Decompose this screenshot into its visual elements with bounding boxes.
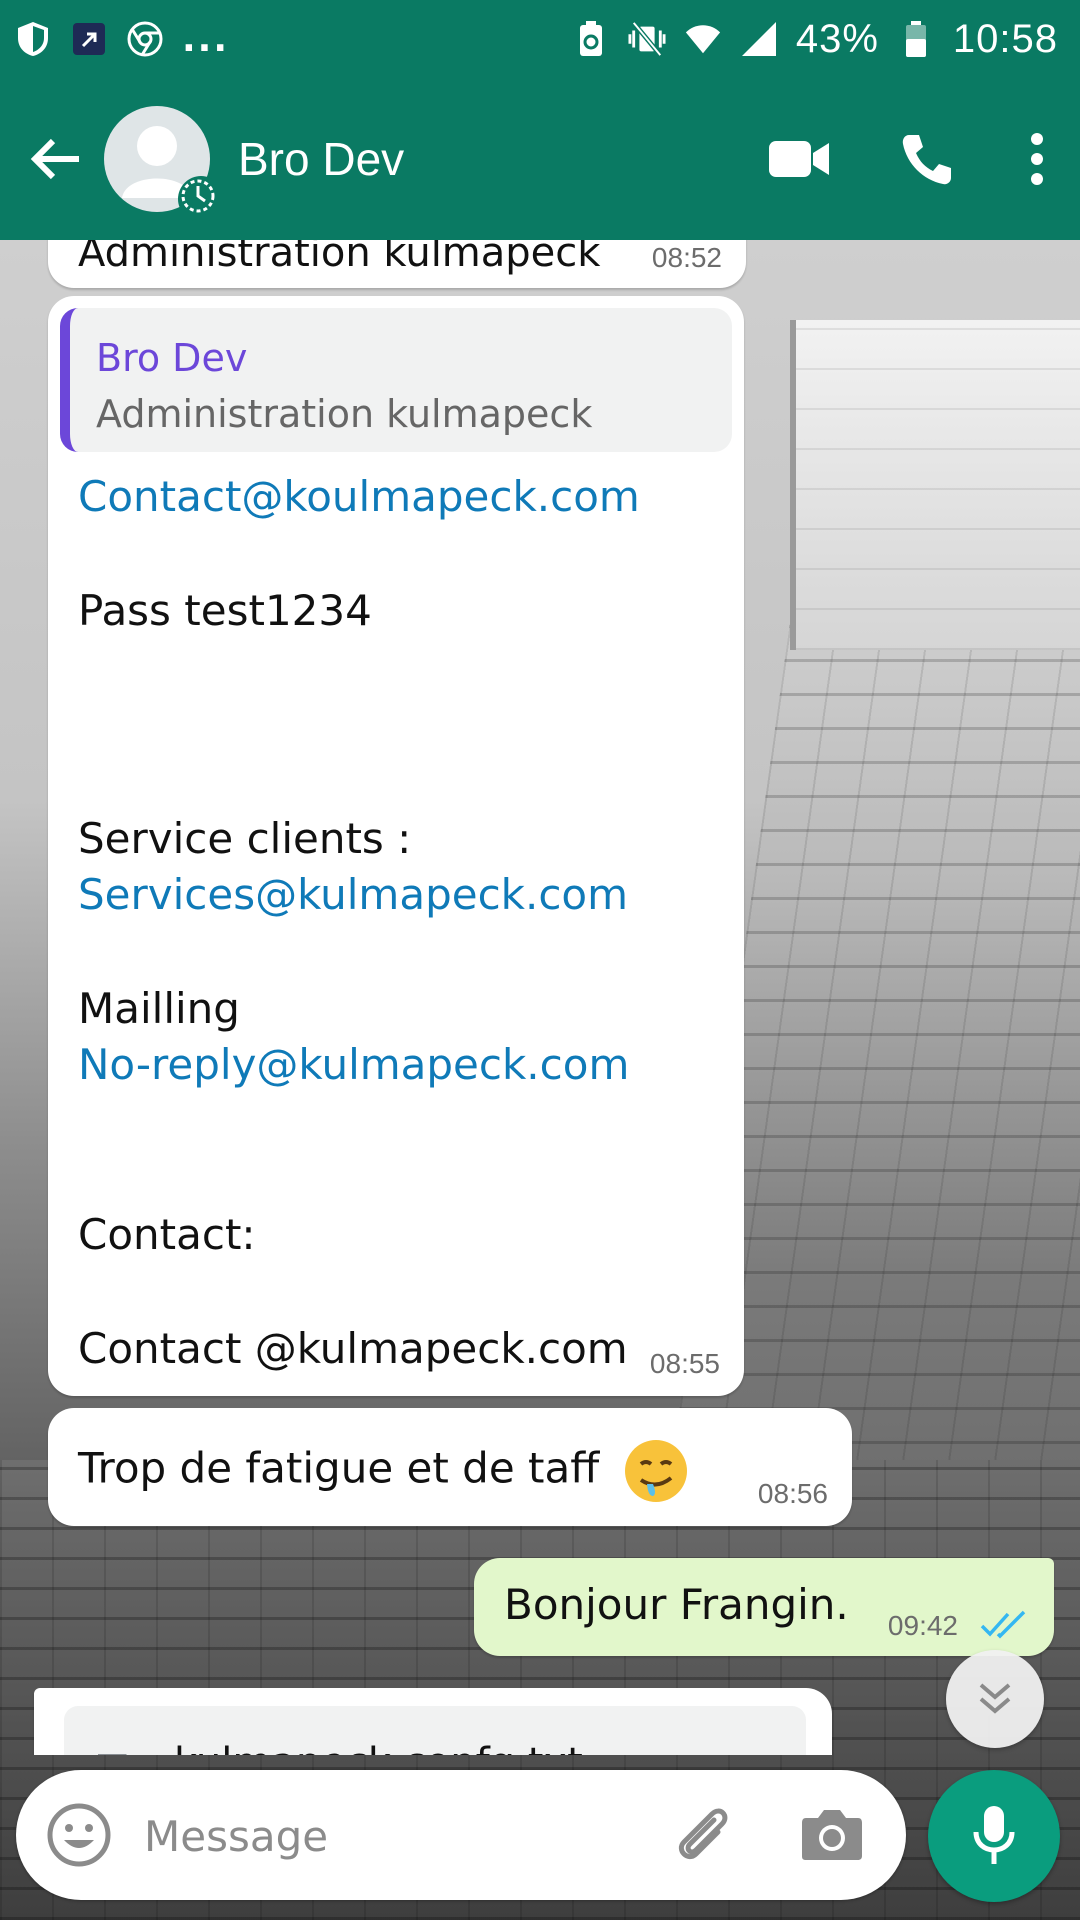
shield-icon bbox=[14, 20, 52, 58]
attach-button[interactable] bbox=[668, 1800, 738, 1874]
message-bubble-outgoing[interactable]: Bonjour Frangin. 09:42 bbox=[474, 1558, 1054, 1656]
email-link[interactable]: Contact@koulmapeck.com bbox=[78, 472, 640, 521]
paperclip-icon bbox=[678, 1808, 728, 1860]
chat-header: Bro Dev bbox=[0, 78, 1080, 240]
message-line: Pass test1234 bbox=[78, 586, 372, 635]
quoted-author: Bro Dev bbox=[96, 336, 248, 380]
quoted-text: Administration kulmapeck bbox=[96, 392, 593, 436]
message-text: Trop de fatigue et de taff bbox=[78, 1443, 600, 1493]
arrow-left-icon bbox=[30, 138, 79, 180]
battery-icon bbox=[897, 20, 935, 58]
more-options-icon bbox=[1031, 133, 1043, 185]
chrome-icon bbox=[126, 20, 164, 58]
voice-call-icon bbox=[902, 135, 951, 185]
avatar[interactable] bbox=[104, 106, 224, 222]
message-list[interactable]: Administration kulmapeck 08:52 Bro Dev A… bbox=[0, 240, 1080, 1755]
microphone-icon bbox=[973, 1806, 1015, 1864]
camera-icon bbox=[802, 1810, 862, 1860]
email-link[interactable]: Services@kulmapeck.com bbox=[78, 870, 628, 919]
message-text: Bonjour Frangin. bbox=[504, 1580, 849, 1629]
message-text: Administration kulmapeck bbox=[78, 240, 601, 276]
battery-saver-icon bbox=[572, 20, 610, 58]
read-receipt-icon bbox=[980, 1610, 1026, 1639]
contact-name[interactable]: Bro Dev bbox=[238, 132, 716, 186]
wifi-icon bbox=[684, 20, 722, 58]
message-time: 08:55 bbox=[649, 1348, 720, 1379]
emoji-button[interactable] bbox=[46, 1802, 112, 1872]
document-icon bbox=[98, 1754, 127, 1755]
more-options-button[interactable] bbox=[1012, 114, 1062, 204]
back-button[interactable] bbox=[20, 124, 90, 194]
camera-button[interactable] bbox=[800, 1804, 864, 1868]
battery-percent: 43% bbox=[795, 16, 879, 61]
quoted-reply[interactable]: Bro Dev Administration kulmapeck bbox=[60, 308, 732, 452]
smiley-icon bbox=[47, 1803, 111, 1867]
status-timer-icon bbox=[178, 176, 224, 222]
status-bar: ... 43% 10:58 bbox=[0, 0, 1080, 78]
app-notification-icon bbox=[70, 20, 108, 58]
message-line: Mailling bbox=[78, 984, 240, 1033]
voice-call-button[interactable] bbox=[882, 114, 972, 204]
message-line: Contact: bbox=[78, 1210, 256, 1259]
double-chevron-down-icon bbox=[979, 1683, 1011, 1714]
message-time: 09:42 bbox=[887, 1610, 958, 1641]
more-notifications-dots: ... bbox=[182, 18, 230, 60]
video-call-button[interactable] bbox=[754, 114, 844, 204]
message-time: 08:56 bbox=[757, 1478, 828, 1509]
video-call-icon bbox=[769, 141, 829, 177]
message-bubble-incoming[interactable]: kulmapeck.confg.txt bbox=[34, 1688, 832, 1755]
file-name: kulmapeck.confg.txt bbox=[174, 1740, 583, 1755]
message-line: Service clients : bbox=[78, 814, 412, 863]
status-time: 10:58 bbox=[952, 16, 1058, 61]
scroll-to-bottom-button[interactable] bbox=[946, 1650, 1044, 1748]
voice-message-button[interactable] bbox=[928, 1770, 1060, 1902]
drooling-face-emoji-icon bbox=[624, 1440, 687, 1502]
signal-icon bbox=[740, 20, 778, 58]
message-bubble-incoming[interactable]: Trop de fatigue et de taff 08:56 bbox=[48, 1408, 852, 1526]
file-attachment[interactable]: kulmapeck.confg.txt bbox=[64, 1706, 806, 1755]
message-line: Contact @kulmapeck.com bbox=[78, 1324, 628, 1373]
message-composer bbox=[16, 1770, 906, 1900]
message-time: 08:52 bbox=[651, 242, 722, 273]
message-input[interactable] bbox=[142, 1798, 666, 1874]
message-bubble-incoming[interactable]: Bro Dev Administration kulmapeck Contact… bbox=[48, 296, 744, 1396]
email-link[interactable]: No-reply@kulmapeck.com bbox=[78, 1040, 629, 1089]
message-bubble-incoming[interactable]: Administration kulmapeck 08:52 bbox=[48, 240, 746, 288]
vibrate-mute-icon bbox=[628, 20, 666, 58]
